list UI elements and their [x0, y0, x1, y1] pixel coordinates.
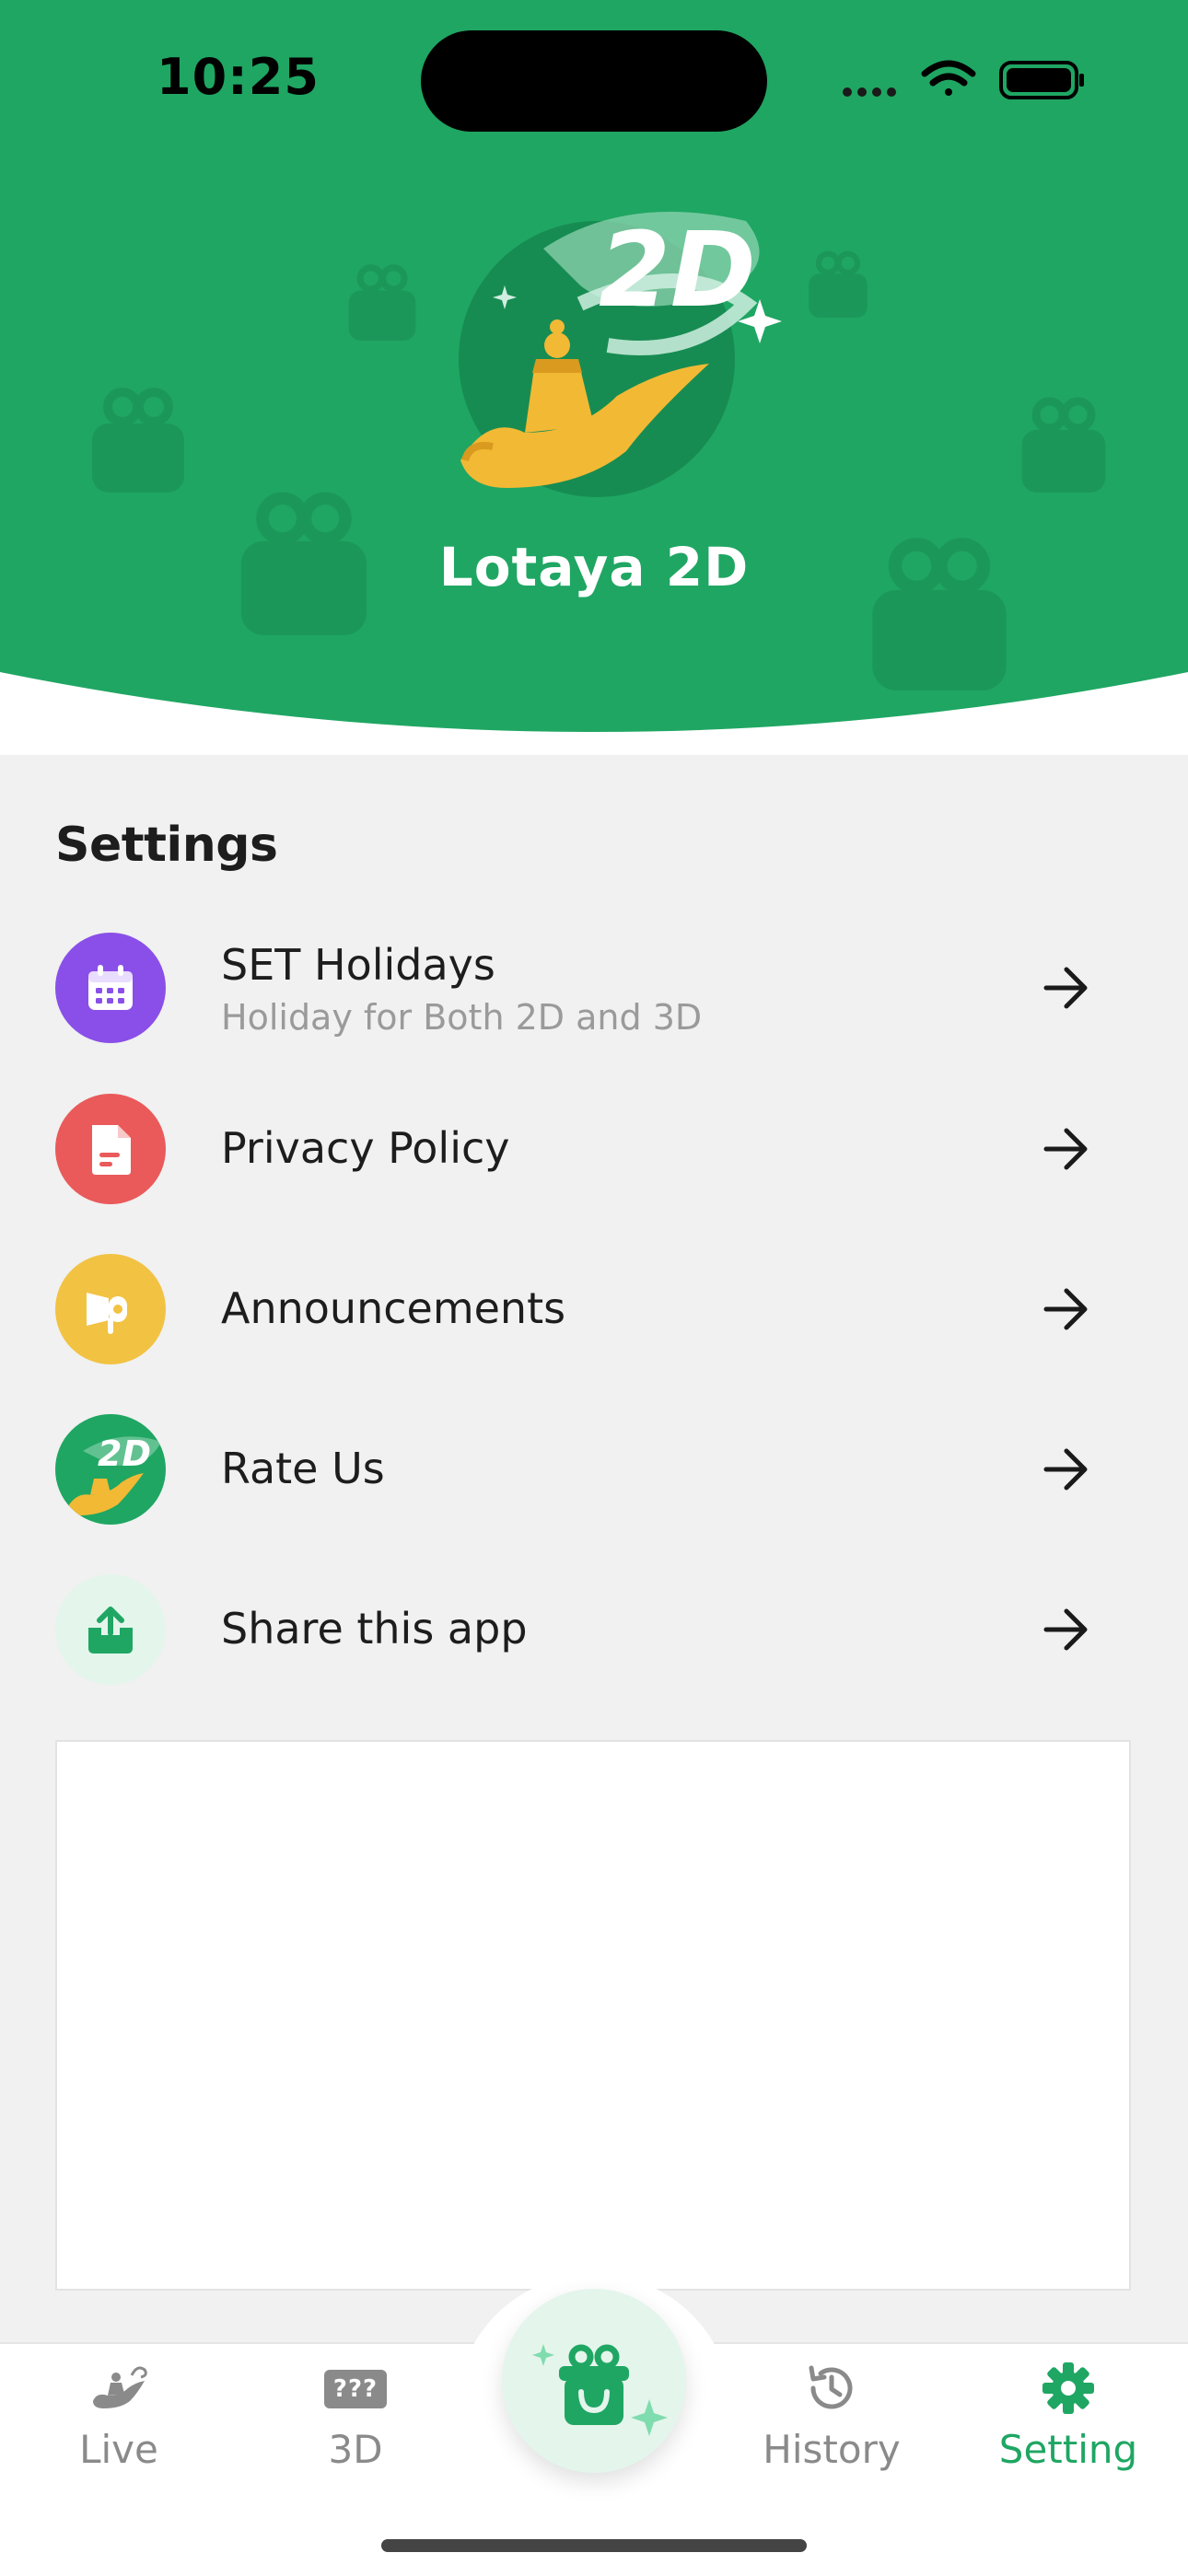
menu-item-label: Announcements — [221, 1283, 566, 1333]
home-indicator — [381, 2539, 807, 2552]
tab-label: 3D — [328, 2427, 383, 2472]
menu-item-label: Rate Us — [221, 1444, 385, 1493]
calendar-icon — [55, 933, 166, 1043]
svg-text:2D: 2D — [98, 1433, 151, 1474]
lamp-icon — [93, 2366, 147, 2408]
menu-item-label: Share this app — [221, 1604, 528, 1654]
app-title: Lotaya 2D — [438, 536, 750, 598]
3d-badge-icon: ??? — [324, 2370, 387, 2408]
share-icon — [55, 1574, 166, 1685]
status-icons — [843, 60, 1084, 99]
app-logo-icon: 2D — [459, 211, 782, 497]
gift-decoration-icon — [809, 250, 868, 318]
tab-label: History — [763, 2427, 901, 2472]
menu-item-privacy-policy[interactable]: Privacy Policy — [0, 1075, 1188, 1223]
dynamic-island — [421, 30, 767, 132]
gift-decoration-icon — [1021, 397, 1106, 493]
tab-setting[interactable]: Setting — [976, 2357, 1160, 2477]
gift-center-button[interactable] — [502, 2289, 686, 2473]
tab-label: Setting — [998, 2427, 1138, 2472]
gift-icon — [532, 2344, 668, 2436]
menu-item-label: Privacy Policy — [221, 1123, 510, 1173]
header-curve — [0, 672, 1188, 755]
menu-item-share-app[interactable]: Share this app — [0, 1556, 1188, 1703]
app-logo-icon: 2D — [55, 1414, 166, 1525]
menu-item-set-holidays[interactable]: SET Holidays Holiday for Both 2D and 3D — [0, 916, 1188, 1063]
status-time: 10:25 — [157, 48, 320, 106]
gift-decoration-icon — [92, 388, 184, 493]
signal-icon — [843, 87, 896, 97]
arrow-right-icon — [1043, 1448, 1088, 1491]
document-icon — [55, 1094, 166, 1204]
arrow-right-icon — [1043, 1608, 1088, 1651]
arrow-right-icon — [1043, 1128, 1088, 1170]
svg-text:2D: 2D — [599, 211, 756, 331]
arrow-right-icon — [1043, 1288, 1088, 1330]
settings-title: Settings — [55, 818, 278, 873]
3d-badge-text: ??? — [332, 2375, 379, 2403]
wifi-icon — [921, 60, 976, 96]
megaphone-icon — [55, 1254, 166, 1364]
menu-item-announcements[interactable]: Announcements — [0, 1236, 1188, 1383]
history-icon — [809, 2365, 853, 2409]
tab-3d[interactable]: ??? 3D — [263, 2357, 448, 2477]
tab-label: Live — [79, 2427, 158, 2472]
ad-banner-placeholder[interactable] — [55, 1740, 1131, 2291]
tab-live[interactable]: Live — [27, 2357, 211, 2477]
menu-item-subtitle: Holiday for Both 2D and 3D — [221, 997, 703, 1038]
menu-item-label: SET Holidays — [221, 940, 495, 990]
gift-decoration-icon — [348, 264, 416, 341]
battery-icon — [999, 61, 1084, 99]
gear-icon — [1042, 2362, 1094, 2414]
tab-history[interactable]: History — [740, 2357, 924, 2477]
menu-item-rate-us[interactable]: 2D Rate Us — [0, 1396, 1188, 1543]
arrow-right-icon — [1043, 967, 1088, 1009]
